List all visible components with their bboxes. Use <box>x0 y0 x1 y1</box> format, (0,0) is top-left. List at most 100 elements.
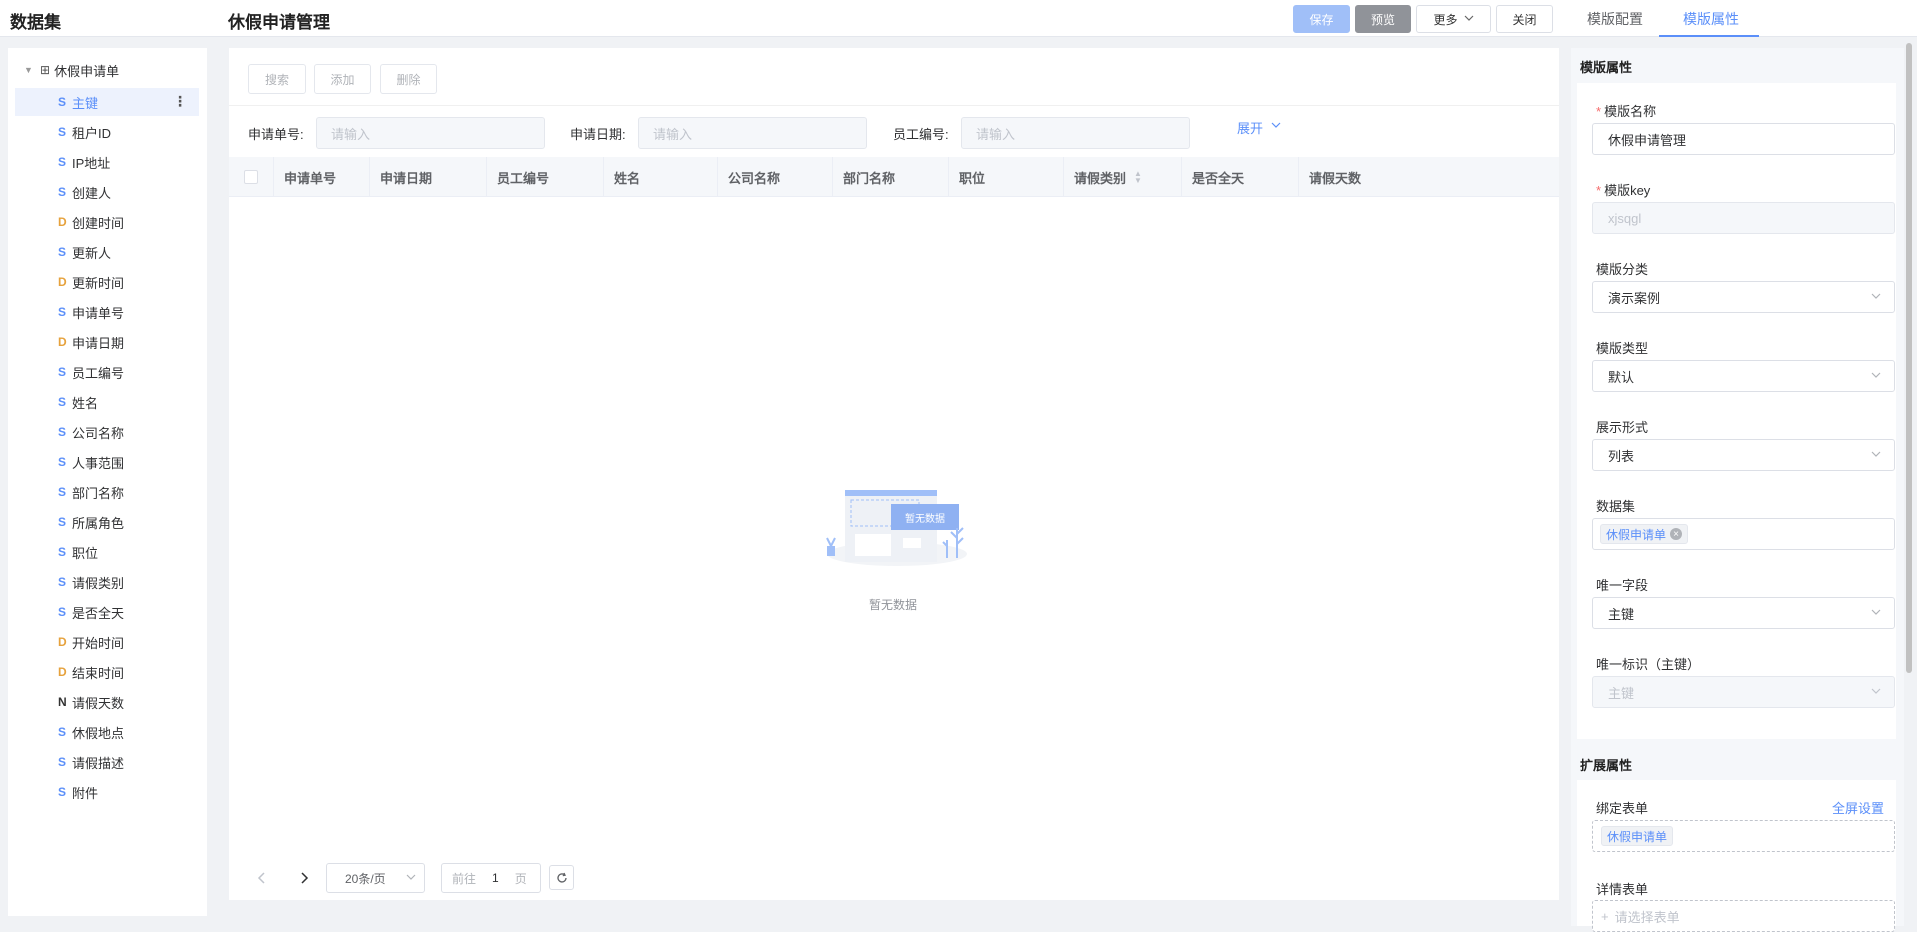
field-type-badge: D <box>58 665 67 679</box>
detail-form-placeholder: 请选择表单 <box>1614 909 1680 925</box>
tree-item[interactable]: S 姓名 <box>15 388 199 416</box>
add-button[interactable]: 添加 <box>314 64 371 94</box>
tab-template-config[interactable]: 模版配置 <box>1587 9 1643 29</box>
tree-item[interactable]: S 职位 <box>15 538 199 566</box>
table-column-header[interactable]: 请假天数 <box>1298 157 1414 197</box>
tree-item[interactable]: S 部门名称 <box>15 478 199 506</box>
tree-item[interactable]: D 开始时间 <box>15 628 199 656</box>
display-format-select[interactable]: 列表 <box>1592 439 1895 471</box>
template-type-select[interactable]: 默认 <box>1592 360 1895 392</box>
tree-item[interactable]: S 休假地点 <box>15 718 199 746</box>
table-column-header[interactable]: 申请日期 <box>369 157 486 197</box>
field-type-badge: S <box>58 185 67 199</box>
prev-page-icon[interactable] <box>257 863 267 893</box>
expand-toggle[interactable]: 展开 <box>1237 118 1281 137</box>
column-label: 是否全天 <box>1192 170 1245 186</box>
field-name: 是否全天 <box>72 605 125 621</box>
dataset-select[interactable]: 休假申请单 × <box>1592 518 1895 550</box>
table-column-header[interactable]: 职位 <box>948 157 1063 197</box>
column-label: 员工编号 <box>497 170 550 186</box>
fullscreen-settings-link[interactable]: 全屏设置 <box>1832 798 1884 817</box>
field-type-badge: D <box>58 275 67 289</box>
close-icon[interactable]: × <box>1670 528 1683 540</box>
field-type-badge: S <box>58 305 67 319</box>
tree-item[interactable]: S 请假类别 <box>15 568 199 596</box>
page-size-label: 20条/页 <box>345 871 386 886</box>
template-name-input[interactable]: 休假申请管理 <box>1592 123 1895 155</box>
tree-item[interactable]: S 请假描述 <box>15 748 199 776</box>
table-column-header[interactable]: 姓名 <box>603 157 717 197</box>
select-all-checkbox[interactable] <box>244 170 258 184</box>
tree-item[interactable]: S 是否全天 <box>15 598 199 626</box>
chevron-down-icon <box>1464 12 1474 26</box>
sort-icon[interactable]: ▲ ▼ <box>1134 170 1142 185</box>
tree-item[interactable]: S 附件 <box>15 778 199 806</box>
tree-item[interactable]: S 人事范围 <box>15 448 199 476</box>
tree-item[interactable]: D 创建时间 <box>15 208 199 236</box>
field-type-badge: S <box>58 545 67 559</box>
tree-item[interactable]: D 结束时间 <box>15 658 199 686</box>
detail-form-dropzone[interactable]: + 请选择表单 <box>1592 900 1895 932</box>
field-name: 员工编号 <box>72 365 125 381</box>
filter-input-apply-date[interactable]: 请输入 <box>638 117 867 149</box>
table-column-header[interactable]: 部门名称 <box>832 157 948 197</box>
field-name: 租户ID <box>72 125 112 141</box>
unique-field-select[interactable]: 主键 <box>1592 597 1895 629</box>
detail-form-label: 详情表单 <box>1596 882 1649 897</box>
template-category-label: 模版分类 <box>1596 262 1649 277</box>
template-category-select[interactable]: 演示案例 <box>1592 281 1895 313</box>
search-button[interactable]: 搜索 <box>248 64 306 94</box>
table-column-header[interactable]: 是否全天 <box>1181 157 1298 197</box>
field-name: 开始时间 <box>72 635 125 651</box>
field-name: 申请日期 <box>72 335 125 351</box>
tree-root-node[interactable]: ▼ ⊞ 休假申请单 <box>8 58 207 82</box>
active-tab-indicator <box>1659 35 1759 37</box>
goto-page-input[interactable]: 1 <box>492 871 499 885</box>
tree-item[interactable]: S 申请单号 <box>15 298 199 326</box>
chevron-down-icon <box>1870 606 1882 621</box>
tab-template-props[interactable]: 模版属性 <box>1683 9 1739 29</box>
tree-item[interactable]: S 租户ID <box>15 118 199 146</box>
caret-down-icon[interactable]: ▼ <box>24 65 34 75</box>
properties-panel: 模版属性 * 模版名称 休假申请管理 * 模版key xjsqgl 模版分类 演示案… <box>1571 48 1904 932</box>
next-page-icon[interactable] <box>299 863 309 893</box>
tree-item[interactable]: D 申请日期 <box>15 328 199 356</box>
field-type-badge: S <box>58 515 67 529</box>
save-button[interactable]: 保存 <box>1293 5 1350 33</box>
close-button[interactable]: 关闭 <box>1496 5 1553 33</box>
tree-item[interactable]: N 请假天数 <box>15 688 199 716</box>
more-button[interactable]: 更多 <box>1416 5 1491 33</box>
tree-item[interactable]: S 员工编号 <box>15 358 199 386</box>
table-column-header[interactable]: 请假类别 ▲ ▼ <box>1063 157 1181 197</box>
filter-input-apply-no[interactable]: 请输入 <box>316 117 545 149</box>
tree-item[interactable]: D 更新时间 <box>15 268 199 296</box>
filter-input-employee-no[interactable]: 请输入 <box>961 117 1190 149</box>
empty-illustration: 暂无数据 <box>817 458 977 581</box>
preview-button[interactable]: 预览 <box>1355 5 1411 33</box>
tree-item[interactable]: S 所属角色 <box>15 508 199 536</box>
table-column-header[interactable]: 员工编号 <box>486 157 603 197</box>
unique-field-label: 唯一字段 <box>1596 578 1649 593</box>
refresh-icon[interactable] <box>549 865 574 890</box>
page-size-select[interactable]: 20条/页 <box>326 863 425 893</box>
field-type-badge: S <box>58 245 67 259</box>
bind-form-dropzone[interactable]: 休假申请单 <box>1592 820 1895 852</box>
chevron-down-icon <box>1870 369 1882 384</box>
field-type-badge: S <box>58 755 67 769</box>
goto-page[interactable]: 前往 1 页 <box>441 863 541 893</box>
table-column-header[interactable]: 申请单号 <box>273 157 369 197</box>
dataset-title: 数据集 <box>10 13 61 32</box>
tree-item[interactable]: S 更新人 <box>15 238 199 266</box>
delete-button[interactable]: 删除 <box>380 64 437 94</box>
chevron-down-icon <box>1870 448 1882 463</box>
tree-item[interactable]: S 公司名称 <box>15 418 199 446</box>
filter-label-apply-date: 申请日期: <box>570 127 626 142</box>
field-type-badge: S <box>58 365 67 379</box>
table-column-header[interactable]: 公司名称 <box>717 157 832 197</box>
tree-item[interactable]: S IP地址 <box>15 148 199 176</box>
field-type-badge: S <box>58 725 67 739</box>
tree-item[interactable]: S 主键 ⋮ <box>15 88 199 116</box>
tree-item[interactable]: S 创建人 <box>15 178 199 206</box>
more-vertical-icon[interactable]: ⋮ <box>173 93 187 110</box>
panel-scrollbar[interactable] <box>1906 43 1912 673</box>
